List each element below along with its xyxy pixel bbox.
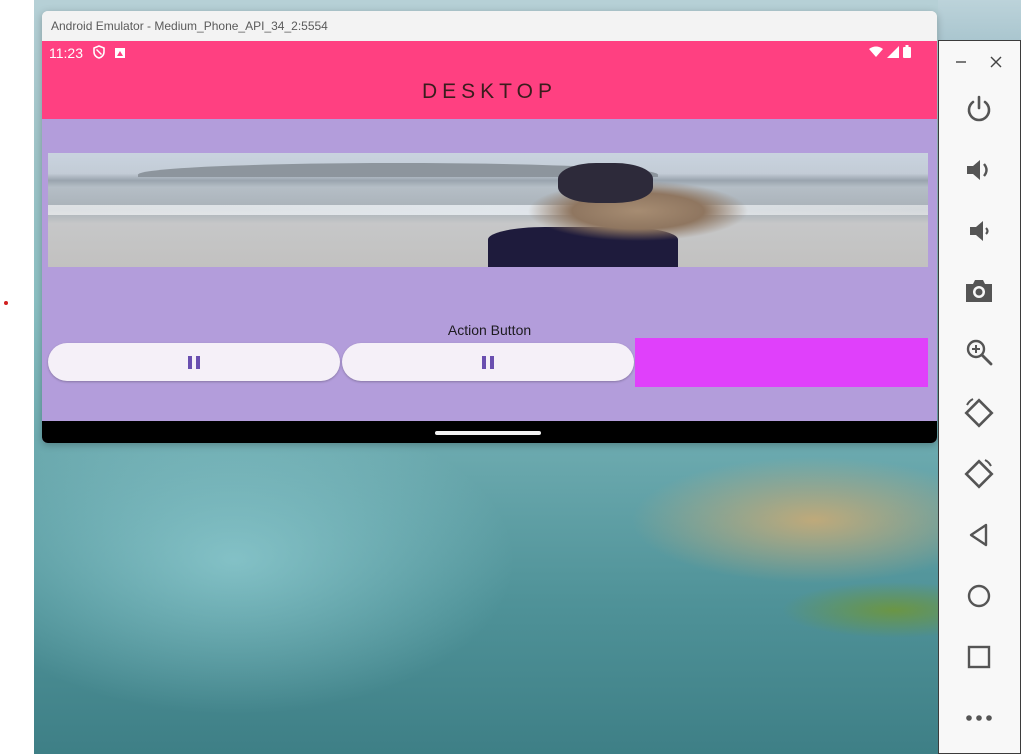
back-button[interactable]	[959, 515, 999, 555]
volume-up-icon	[967, 160, 988, 180]
shield-icon	[93, 45, 105, 64]
overview-button[interactable]	[959, 637, 999, 677]
minimize-button[interactable]	[955, 53, 967, 73]
status-time: 11:23	[49, 45, 83, 61]
zoom-in-icon	[966, 339, 993, 366]
screenshot-button[interactable]	[959, 271, 999, 311]
pause-button[interactable]	[48, 343, 340, 381]
status-bar: 11:23	[42, 41, 937, 65]
video-frame-wave	[48, 205, 928, 215]
app-bar: DESKTOP	[42, 65, 937, 119]
red-dot	[4, 301, 8, 305]
camera-icon	[966, 280, 992, 302]
action-button-label: Action Button	[447, 322, 532, 338]
wifi-icon	[869, 45, 883, 63]
power-button[interactable]	[959, 89, 999, 129]
pause-icon	[188, 355, 200, 369]
video-frame-person-head	[558, 163, 653, 203]
app-title: DESKTOP	[422, 80, 557, 103]
rotate-left-button[interactable]	[959, 393, 999, 433]
navigation-bar	[42, 421, 937, 443]
home-button[interactable]	[959, 576, 999, 616]
volume-down-button[interactable]	[959, 211, 999, 251]
home-icon	[967, 584, 991, 608]
more-icon	[966, 715, 992, 721]
emulator-window: Android Emulator - Medium_Phone_API_34_2…	[42, 11, 937, 443]
pause-button[interactable]	[342, 343, 634, 381]
desktop-wallpaper-edge	[938, 0, 1021, 40]
emulator-toolbar	[938, 40, 1021, 754]
pause-icon	[482, 355, 494, 369]
window-title: Android Emulator - Medium_Phone_API_34_2…	[51, 19, 328, 33]
home-indicator[interactable]	[435, 431, 541, 435]
back-icon	[969, 523, 988, 547]
magenta-container	[635, 338, 928, 387]
status-icons	[869, 45, 911, 63]
device-screen: 11:23 DESKTOP Action Button	[42, 41, 937, 443]
signal-icon	[887, 45, 899, 63]
more-button[interactable]	[959, 698, 999, 738]
battery-icon	[903, 45, 911, 63]
video-player[interactable]	[48, 153, 928, 267]
zoom-button[interactable]	[959, 332, 999, 372]
volume-down-icon	[970, 221, 989, 241]
overview-icon	[967, 645, 991, 669]
rotate-right-icon	[964, 459, 994, 489]
close-button[interactable]	[990, 53, 1002, 73]
volume-up-button[interactable]	[959, 150, 999, 190]
title-bar[interactable]: Android Emulator - Medium_Phone_API_34_2…	[42, 11, 937, 41]
power-icon	[967, 95, 991, 122]
rotate-left-icon	[964, 398, 994, 428]
notification-icon	[114, 46, 126, 64]
rotate-right-button[interactable]	[959, 454, 999, 494]
